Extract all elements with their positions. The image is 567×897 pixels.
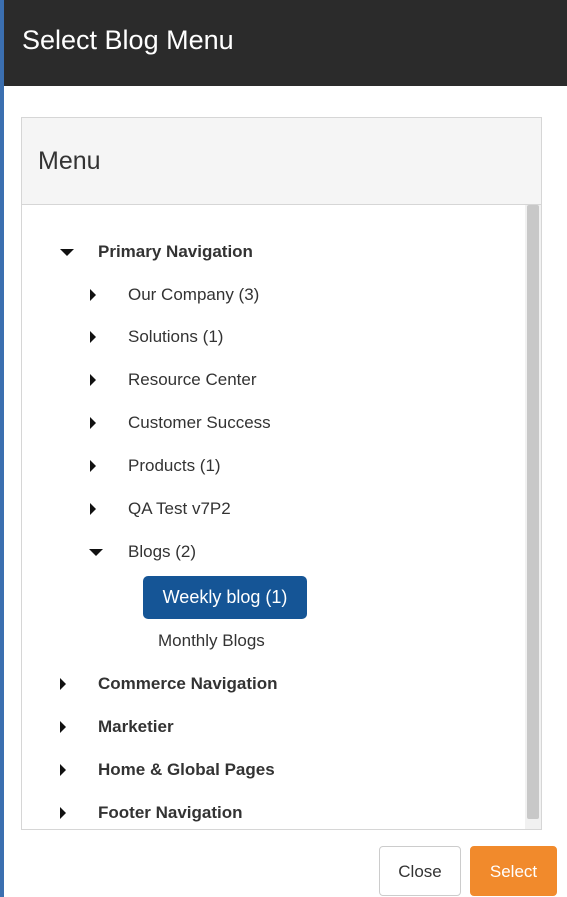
tree-node-weekly-blog-selected[interactable]: Weekly blog (1) xyxy=(143,576,307,619)
tree-node-products[interactable]: Products (1) xyxy=(22,449,502,483)
tree-node-marketier[interactable]: Marketier xyxy=(22,710,502,744)
caret-right-icon[interactable] xyxy=(90,331,96,343)
close-button[interactable]: Close xyxy=(379,846,461,896)
tree-node-label: Primary Navigation xyxy=(98,242,253,261)
tree-node-solutions[interactable]: Solutions (1) xyxy=(22,320,502,354)
modal-title: Select Blog Menu xyxy=(22,25,234,55)
caret-right-icon[interactable] xyxy=(60,721,66,733)
tree-node-commerce-navigation[interactable]: Commerce Navigation xyxy=(22,667,502,701)
panel-title: Menu xyxy=(38,147,101,175)
caret-right-icon[interactable] xyxy=(90,460,96,472)
menu-tree: Primary Navigation Our Company (3) Solut… xyxy=(22,205,525,829)
menu-panel: Menu Primary Navigation Our Company (3) … xyxy=(21,117,542,830)
tree-node-customer-success[interactable]: Customer Success xyxy=(22,406,502,440)
tree-node-monthly-blogs[interactable]: Monthly Blogs xyxy=(22,624,502,658)
window-edge xyxy=(0,0,4,897)
tree-node-label: Blogs (2) xyxy=(128,542,197,561)
tree-node-blogs[interactable]: Blogs (2) xyxy=(22,535,502,569)
caret-down-icon[interactable] xyxy=(60,249,74,256)
tree-node-label: Marketier xyxy=(98,717,174,736)
caret-right-icon[interactable] xyxy=(60,678,66,690)
tree-node-qa-test[interactable]: QA Test v7P2 xyxy=(22,492,502,526)
panel-heading: Menu xyxy=(22,118,541,205)
tree-node-label: Home & Global Pages xyxy=(98,760,275,779)
caret-right-icon[interactable] xyxy=(60,764,66,776)
tree-node-label: Footer Navigation xyxy=(98,803,243,822)
tree-node-label: Monthly Blogs xyxy=(158,631,265,650)
tree-node-label: QA Test v7P2 xyxy=(128,499,231,518)
tree-node-label: Resource Center xyxy=(128,370,257,389)
tree-node-label: Commerce Navigation xyxy=(98,674,278,693)
tree-node-label: Customer Success xyxy=(128,413,271,432)
select-blog-menu-modal: Select Blog Menu Menu Primary Navigation… xyxy=(0,0,567,897)
tree-node-home-global-pages[interactable]: Home & Global Pages xyxy=(22,753,502,787)
tree-scrollbar[interactable] xyxy=(525,205,541,829)
select-button[interactable]: Select xyxy=(470,846,557,896)
tree-node-our-company[interactable]: Our Company (3) xyxy=(22,278,502,312)
tree-node-resource-center[interactable]: Resource Center xyxy=(22,363,502,397)
caret-right-icon[interactable] xyxy=(90,374,96,386)
caret-right-icon[interactable] xyxy=(90,289,96,301)
tree-node-footer-navigation[interactable]: Footer Navigation xyxy=(22,796,502,829)
tree-node-primary-navigation[interactable]: Primary Navigation xyxy=(22,235,502,269)
modal-header: Select Blog Menu xyxy=(4,0,567,86)
caret-right-icon[interactable] xyxy=(90,503,96,515)
tree-node-label: Products (1) xyxy=(128,456,221,475)
caret-down-icon[interactable] xyxy=(89,549,103,556)
scrollbar-thumb[interactable] xyxy=(527,205,539,819)
caret-right-icon[interactable] xyxy=(60,807,66,819)
tree-node-label: Our Company (3) xyxy=(128,285,260,304)
tree-node-label: Solutions (1) xyxy=(128,327,224,346)
caret-right-icon[interactable] xyxy=(90,417,96,429)
